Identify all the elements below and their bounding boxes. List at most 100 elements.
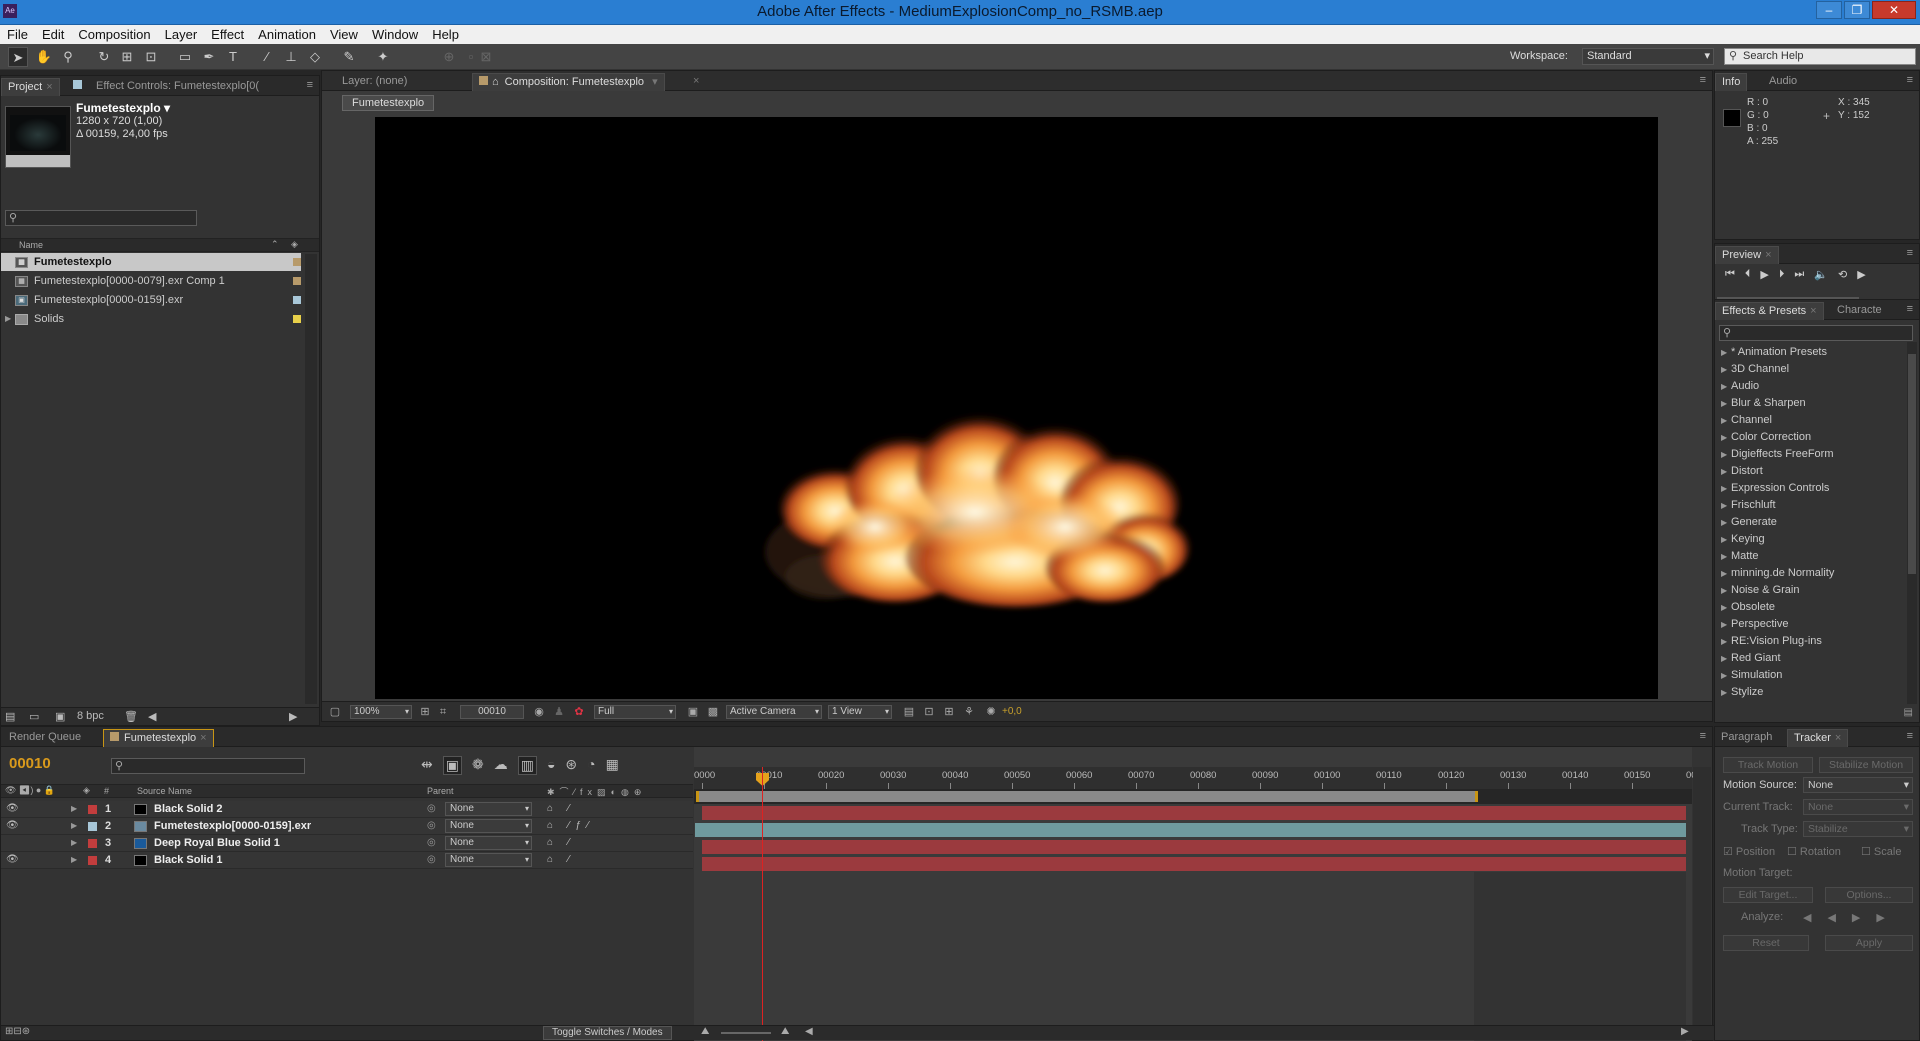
parent-dropdown[interactable]: None ▾ [445, 802, 532, 816]
close-button[interactable]: ✕ [1872, 1, 1916, 19]
panel-menu-icon[interactable]: ≡ [1700, 730, 1706, 742]
safe-zones-icon[interactable]: ⊞ [418, 705, 432, 719]
last-frame-icon[interactable]: ⏭ [1794, 268, 1804, 281]
region-of-interest-icon[interactable]: ▣ [686, 705, 700, 719]
layer-row[interactable]: 👁 ▶ 1 Black Solid 2 ◎ None ▾ ⌂ ⁄ [1, 801, 693, 818]
list-item[interactable]: ▶ Keying [1715, 531, 1903, 548]
menu-view[interactable]: View [323, 25, 365, 44]
list-item[interactable]: ▶ Frischluft [1715, 497, 1903, 514]
rotation-tool-icon[interactable]: ↻ [94, 47, 114, 67]
rectangle-tool-icon[interactable]: ▭ [175, 47, 195, 67]
interpret-footage-icon[interactable]: ▤ [5, 710, 15, 723]
zoom-out-icon[interactable]: ⛰ [701, 1026, 709, 1037]
expand-triangle-icon[interactable]: ▶ [71, 852, 77, 868]
label-column-icon[interactable]: ◈ [291, 239, 298, 250]
stabilize-motion-button[interactable]: Stabilize Motion [1819, 757, 1913, 773]
tab-effects-presets[interactable]: Effects & Presets × [1715, 302, 1824, 320]
work-area-range[interactable] [696, 791, 1478, 802]
auto-keyframe-icon[interactable]: ◔ [587, 756, 595, 775]
close-icon[interactable]: × [1810, 305, 1816, 317]
eraser-tool-icon[interactable]: ◇ [305, 47, 325, 67]
chevron-down-icon[interactable]: ▾ [652, 76, 658, 88]
label-swatch[interactable] [88, 822, 97, 831]
current-time-field[interactable]: 00010 [460, 705, 524, 719]
toggle-pixel-aspect-icon[interactable]: ▤ [902, 705, 916, 719]
layer-switches[interactable]: ⌂ ⁄ƒ⁄ [547, 818, 595, 834]
scroll-right-icon[interactable]: ▶ [289, 710, 297, 723]
parent-dropdown[interactable]: None ▾ [445, 836, 532, 850]
tab-paragraph[interactable]: Paragraph [1715, 729, 1778, 747]
layer-bar[interactable] [702, 857, 1686, 871]
new-preset-icon[interactable]: ▤ [1904, 707, 1913, 718]
comp-breadcrumb[interactable]: Fumetestexplo [342, 95, 435, 111]
column-parent[interactable]: Parent [427, 786, 454, 796]
shy-icon[interactable]: ☁ [494, 756, 508, 775]
pick-whip-icon[interactable]: ◎ [427, 835, 436, 851]
current-time-indicator[interactable] [762, 767, 763, 1041]
scroll-thumb[interactable] [1908, 354, 1916, 574]
comp-mini-flowchart-icon[interactable]: ⇹ [421, 756, 433, 775]
type-tool-icon[interactable]: T [223, 47, 243, 67]
column-source-name[interactable]: Source Name [137, 786, 192, 796]
expand-triangle-icon[interactable]: ▶ [71, 835, 77, 851]
list-item[interactable]: ▶ Digieffects FreeForm [1715, 446, 1903, 463]
panel-menu-icon[interactable]: ≡ [1700, 74, 1706, 86]
list-item[interactable]: ▶ Color Correction [1715, 429, 1903, 446]
layer-row[interactable]: 👁 ▶ 4 Black Solid 1 ◎ None ▾ ⌂ ⁄ [1, 852, 693, 869]
draft-3d-icon[interactable]: ❁ [472, 756, 484, 775]
layer-switches[interactable]: ⌂ ⁄ [547, 852, 576, 868]
layer-switches[interactable]: ⌂ ⁄ [547, 801, 576, 817]
clone-stamp-tool-icon[interactable]: ⊥ [281, 47, 301, 67]
list-item[interactable]: ▶ Distort [1715, 463, 1903, 480]
ram-preview-icon[interactable]: ▶ [1857, 268, 1865, 281]
loop-icon[interactable]: ⟲ [1838, 268, 1847, 281]
workspace-dropdown[interactable]: Standard ▾ [1582, 48, 1714, 65]
menu-layer[interactable]: Layer [158, 25, 205, 44]
track-type-dropdown[interactable]: Stabilize ▾ [1803, 821, 1913, 837]
layer-bar[interactable] [702, 806, 1686, 820]
reset-button[interactable]: Reset [1723, 935, 1809, 951]
layer-bar[interactable] [702, 840, 1686, 854]
tab-effect-controls[interactable]: Effect Controls: Fumetestexplo[0( [67, 78, 265, 96]
effects-scrollbar[interactable] [1907, 342, 1917, 704]
flowchart-icon[interactable]: ⚘ [962, 705, 976, 719]
puppet-pin-tool-icon[interactable]: ✦ [373, 47, 393, 67]
layer-switches[interactable]: ⌂ ⁄ [547, 835, 576, 851]
brainstorm-icon[interactable]: ⊛ [565, 756, 577, 775]
zoom-slider[interactable] [721, 1032, 771, 1034]
reset-exposure-icon[interactable]: ✺ [984, 705, 998, 719]
panel-menu-icon[interactable]: ≡ [1907, 730, 1913, 742]
layer-row[interactable]: 👁 ▶ 2 Fumetestexplo[0000-0159].exr ◎ Non… [1, 818, 693, 835]
search-help-input[interactable]: ⚲ Search Help [1724, 48, 1916, 65]
panel-menu-icon[interactable]: ≡ [1907, 247, 1913, 259]
view-axis-icon[interactable]: ⊠ [476, 47, 496, 67]
menu-window[interactable]: Window [365, 25, 425, 44]
minimize-button[interactable]: – [1816, 1, 1842, 19]
list-item[interactable]: ▶ Blur & Sharpen [1715, 395, 1903, 412]
list-item[interactable]: ▶ Expression Controls [1715, 480, 1903, 497]
zoom-tool-icon[interactable]: ⚲ [58, 47, 78, 67]
analyze-controls-icon[interactable]: ◀◀▶▶ [1803, 911, 1901, 924]
pan-behind-tool-icon[interactable]: ⊡ [141, 47, 161, 67]
list-item[interactable]: ▶ Generate [1715, 514, 1903, 531]
tab-audio[interactable]: Audio [1763, 73, 1803, 91]
expand-triangle-icon[interactable]: ▶ [71, 818, 77, 834]
tab-info[interactable]: Info [1715, 73, 1748, 91]
play-icon[interactable]: ▶ [1760, 268, 1768, 281]
list-item[interactable]: ▶ Red Giant [1715, 650, 1903, 667]
trash-icon[interactable]: 🗑 [124, 710, 138, 723]
motion-source-dropdown[interactable]: None ▾ [1803, 777, 1913, 793]
expand-panes-icon[interactable]: ⊞⊟⊛ [5, 1026, 30, 1037]
list-item[interactable]: ▶ Audio [1715, 378, 1903, 395]
motion-blur-icon[interactable]: ◒ [547, 756, 555, 775]
timeline-scrollbar[interactable] [1693, 767, 1711, 1027]
eye-icon[interactable]: 👁 [6, 818, 19, 834]
project-scrollbar[interactable] [305, 254, 317, 704]
zoom-in-icon[interactable]: ⛰ [781, 1026, 789, 1037]
list-item[interactable]: ▶ Channel [1715, 412, 1903, 429]
list-item[interactable]: ▦ Fumetestexplo[0000-0079].exr Comp 1 [1, 272, 301, 290]
previous-frame-icon[interactable]: ⏴ [1745, 268, 1751, 281]
tab-render-queue[interactable]: Render Queue [3, 729, 87, 747]
menu-composition[interactable]: Composition [71, 25, 157, 44]
current-track-dropdown[interactable]: None ▾ [1803, 799, 1913, 815]
